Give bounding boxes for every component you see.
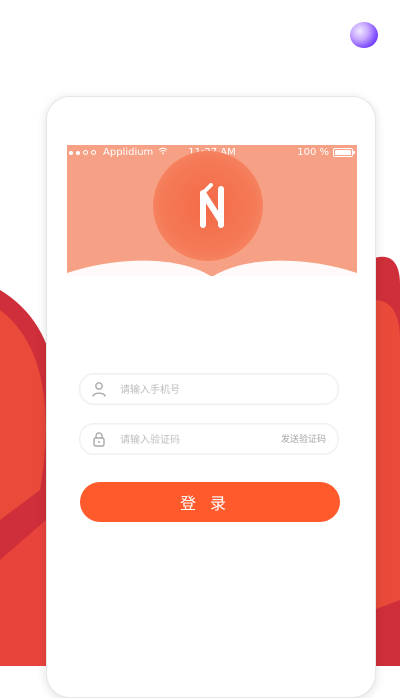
header-curves [67, 260, 357, 276]
user-icon [90, 380, 108, 398]
phone-input-field[interactable]: 请输入手机号 [79, 373, 339, 405]
decorative-orb [350, 22, 378, 48]
lock-icon [90, 430, 108, 448]
app-header: Applidium 11:27 AM 100 % [67, 145, 357, 276]
send-code-button[interactable]: 发送验证码 [281, 432, 326, 445]
code-input-field[interactable]: 请输入验证码 发送验证码 [79, 423, 339, 455]
code-placeholder: 请输入验证码 [120, 435, 180, 446]
phone-placeholder: 请输入手机号 [120, 385, 180, 396]
login-button[interactable]: 登录 [80, 482, 340, 522]
